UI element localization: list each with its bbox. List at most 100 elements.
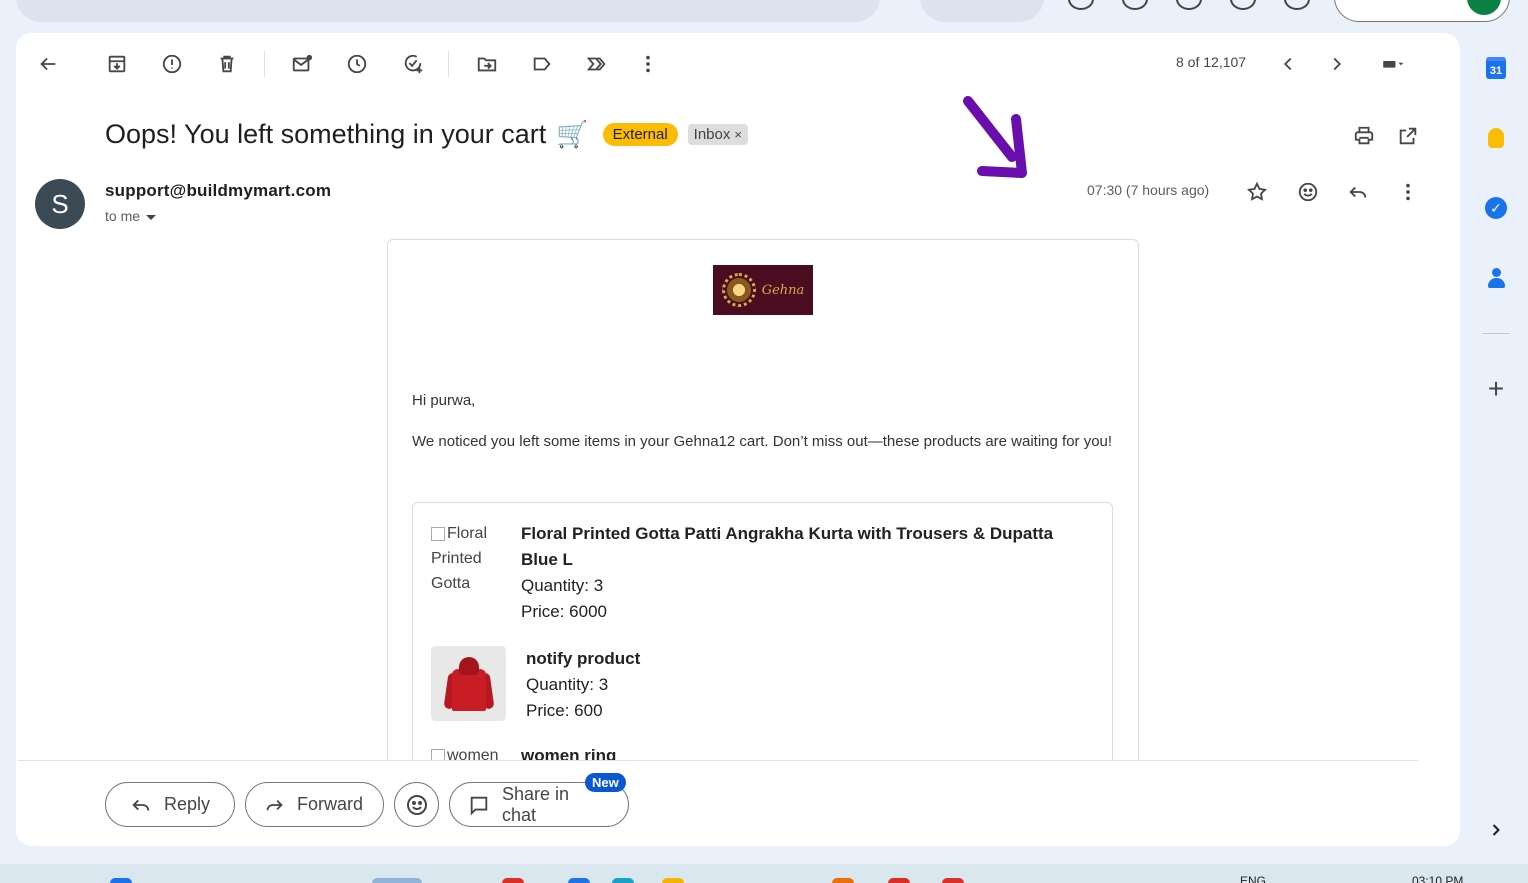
inbox-label[interactable]: Inbox × bbox=[687, 124, 748, 145]
email-view: 8 of 12,107 Oops! You left something in … bbox=[16, 33, 1460, 846]
system-clock[interactable]: 03:10 PM bbox=[1412, 874, 1463, 883]
tasks-app-button[interactable]: ✓ bbox=[1483, 195, 1509, 221]
calendar-app-button[interactable]: 31 bbox=[1483, 55, 1509, 81]
back-button[interactable] bbox=[32, 49, 64, 79]
account-chip[interactable] bbox=[1334, 0, 1510, 22]
filter-messages-button[interactable] bbox=[581, 49, 613, 79]
star-button[interactable] bbox=[1243, 178, 1271, 206]
taskbar-app-icon[interactable] bbox=[612, 878, 634, 883]
top-icons bbox=[1068, 0, 1310, 10]
sender-avatar[interactable]: S bbox=[35, 179, 85, 229]
gemini-icon[interactable] bbox=[1176, 0, 1202, 10]
contacts-app-button[interactable] bbox=[1483, 265, 1509, 291]
apps-icon[interactable] bbox=[1284, 0, 1310, 10]
broken-image-icon bbox=[431, 526, 445, 541]
location-icon[interactable] bbox=[1230, 0, 1256, 10]
label-icon bbox=[533, 57, 551, 71]
greeting: Hi purwa, bbox=[412, 392, 476, 409]
chat-icon bbox=[470, 796, 488, 815]
add-task-icon bbox=[404, 54, 423, 74]
settings-icon[interactable] bbox=[1122, 0, 1148, 10]
keep-bulb-icon bbox=[1488, 128, 1504, 148]
spam-icon bbox=[162, 54, 182, 74]
product-name: notify product bbox=[526, 649, 641, 668]
message-more-button[interactable] bbox=[1394, 178, 1422, 206]
forward-label: Forward bbox=[296, 794, 363, 814]
input-tools-button[interactable] bbox=[1368, 49, 1418, 79]
product-image-broken[interactable]: Floral Printed Gotta bbox=[431, 521, 503, 625]
snooze-button[interactable] bbox=[341, 49, 373, 79]
taskbar-search-icon[interactable] bbox=[372, 878, 422, 883]
add-to-tasks-button[interactable] bbox=[397, 49, 429, 79]
taskbar-app-icon[interactable] bbox=[502, 878, 524, 883]
sender-address[interactable]: support@buildmymart.com bbox=[105, 181, 331, 201]
star-icon bbox=[1246, 181, 1268, 201]
support-icon[interactable] bbox=[1068, 0, 1094, 10]
keep-app-button[interactable] bbox=[1483, 125, 1509, 151]
taskbar-app-icon[interactable] bbox=[888, 878, 910, 883]
cart-icon: 🛒 bbox=[556, 119, 589, 149]
move-folder-icon bbox=[477, 57, 497, 72]
delete-button[interactable] bbox=[211, 49, 243, 79]
chevron-right-icon bbox=[1333, 57, 1342, 71]
add-reaction-button[interactable] bbox=[1294, 178, 1322, 206]
show-side-panel-button[interactable] bbox=[1483, 817, 1509, 843]
labels-button[interactable] bbox=[526, 49, 558, 79]
status-indicator[interactable] bbox=[920, 0, 1044, 22]
remove-label-icon[interactable]: × bbox=[734, 127, 742, 142]
caret-down-icon[interactable] bbox=[146, 214, 157, 220]
archive-button[interactable] bbox=[101, 49, 133, 79]
plus-icon: + bbox=[1487, 373, 1505, 404]
mark-unread-button[interactable] bbox=[286, 49, 318, 79]
search-bar[interactable] bbox=[16, 0, 880, 22]
product-image[interactable] bbox=[431, 646, 506, 721]
toolbar-divider bbox=[448, 51, 449, 77]
recipient-details[interactable]: to me bbox=[105, 208, 157, 224]
product-name: Floral Printed Gotta Patti Angrakha Kurt… bbox=[521, 524, 1054, 543]
account-avatar[interactable] bbox=[1467, 0, 1501, 15]
email-body: Gehna Hi purwa, We noticed you left some… bbox=[387, 239, 1139, 799]
open-new-window-button[interactable] bbox=[1394, 122, 1422, 150]
product-price: Price: 6000 bbox=[521, 602, 607, 621]
taskbar-app-icon[interactable] bbox=[662, 878, 684, 883]
older-button[interactable] bbox=[1321, 49, 1353, 79]
language-indicator[interactable]: ENG bbox=[1240, 874, 1266, 883]
start-icon[interactable] bbox=[110, 878, 132, 883]
chevron-right-icon bbox=[1492, 824, 1500, 836]
brand-logo[interactable]: Gehna bbox=[713, 265, 813, 315]
more-vertical-icon bbox=[646, 55, 650, 73]
get-addons-button[interactable]: + bbox=[1483, 373, 1509, 404]
product-price: Price: 600 bbox=[526, 701, 603, 720]
taskbar-app-icon[interactable] bbox=[832, 878, 854, 883]
product-variant: Blue L bbox=[521, 550, 573, 569]
email-subject: Oops! You left something in your cart bbox=[105, 119, 547, 149]
contacts-person-icon bbox=[1486, 268, 1506, 288]
newer-button[interactable] bbox=[1272, 49, 1304, 79]
keyboard-icon bbox=[1383, 60, 1404, 68]
logo-medallion-icon bbox=[721, 273, 756, 307]
calendar-icon: 31 bbox=[1486, 57, 1506, 79]
product-info: Floral Printed Gotta Patti Angrakha Kurt… bbox=[521, 521, 1053, 625]
reply-button[interactable]: Reply bbox=[105, 782, 235, 827]
open-external-icon bbox=[1399, 127, 1417, 145]
print-icon bbox=[1354, 126, 1374, 145]
side-panel-divider bbox=[1483, 333, 1509, 334]
message-pager: 8 of 12,107 bbox=[1176, 54, 1247, 70]
report-spam-button[interactable] bbox=[156, 49, 188, 79]
taskbar-app-icon[interactable] bbox=[942, 878, 964, 883]
more-actions-button[interactable] bbox=[632, 49, 664, 79]
chevron-left-icon bbox=[1283, 57, 1292, 71]
emoji-react-button[interactable] bbox=[394, 782, 439, 827]
email-timestamp: 07:30 (7 hours ago) bbox=[1087, 182, 1210, 198]
forward-icon bbox=[266, 799, 283, 810]
new-badge: New bbox=[585, 773, 626, 792]
reply-icon-button[interactable] bbox=[1344, 178, 1372, 206]
move-to-button[interactable] bbox=[471, 49, 503, 79]
forward-button[interactable]: Forward bbox=[245, 782, 384, 827]
product-quantity: Quantity: 3 bbox=[521, 576, 604, 595]
brand-name: Gehna bbox=[761, 282, 805, 298]
print-button[interactable] bbox=[1350, 122, 1378, 150]
tasks-check-icon: ✓ bbox=[1485, 197, 1507, 219]
reply-icon bbox=[1349, 186, 1367, 198]
taskbar-app-icon[interactable] bbox=[568, 878, 590, 883]
